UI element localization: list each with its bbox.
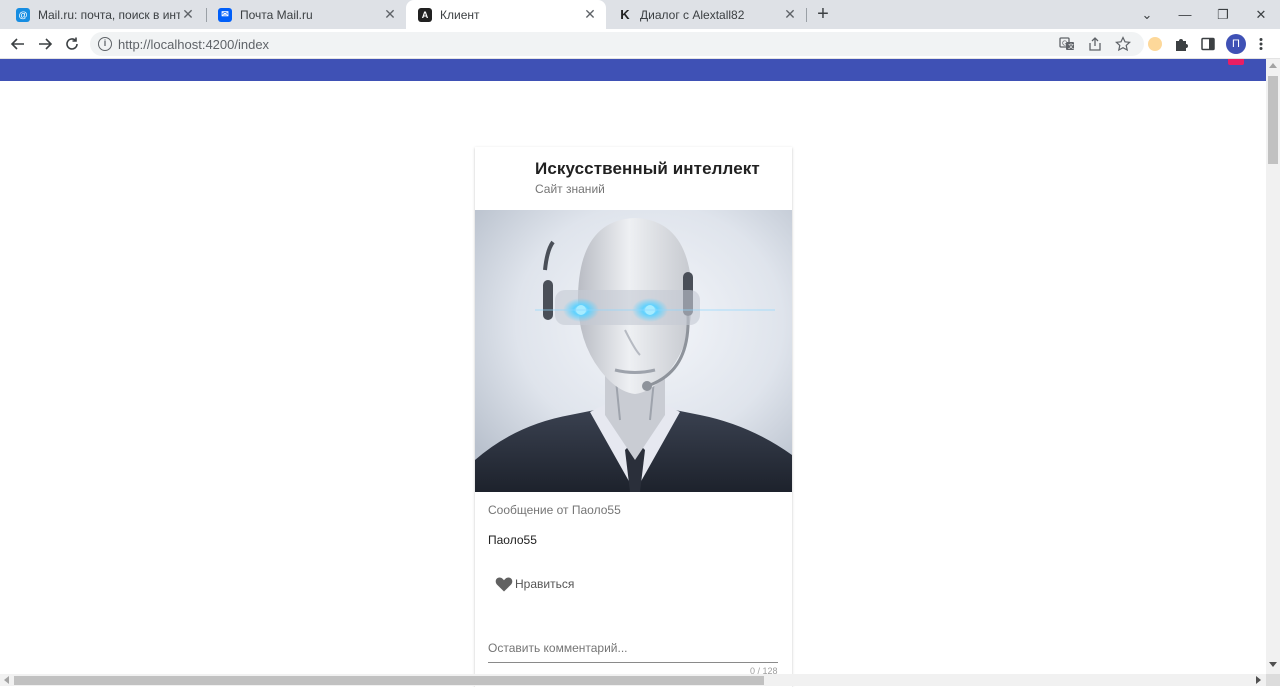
address-bar[interactable]: i http://localhost:4200/index G文 [90,32,1144,56]
tab-mailru-mail[interactable]: ✉ Почта Mail.ru ✕ [206,0,406,29]
header-brand-cut-off[interactable] [30,59,34,67]
tab-title: Клиент [440,7,480,22]
reload-button[interactable] [60,32,84,56]
profile-avatar[interactable]: П [1226,34,1246,54]
tab-dialog[interactable]: K Диалог с Alextall82 ✕ [606,0,806,29]
scroll-down-arrow-icon[interactable] [1269,662,1277,667]
bookmark-star-icon[interactable] [1114,35,1132,53]
new-tab-button[interactable]: + [812,4,834,26]
card-subtitle: Сайт знаний [535,182,605,196]
scroll-left-arrow-icon[interactable] [4,676,9,684]
reload-icon [66,37,78,50]
window-close-button[interactable]: ✕ [1242,0,1280,29]
restore-button[interactable]: ❐ [1204,0,1242,29]
post-card: Искусственный интеллект Сайт знаний Сооб… [475,147,792,687]
scroll-right-arrow-icon[interactable] [1256,676,1261,684]
tab-title: Диалог с Alextall82 [640,7,745,22]
browser-tab-strip: @ Mail.ru: почта, поиск в интернете ✕ ✉ … [0,0,1280,29]
arrow-right-icon [39,38,53,50]
side-panel-icon[interactable] [1199,35,1217,53]
horizontal-scrollbar[interactable] [0,674,1266,686]
post-author: Паоло55 [488,533,537,547]
site-info-icon[interactable]: i [98,37,112,51]
tab-separator [806,8,807,22]
heart-icon [495,577,513,592]
tab-close-icon[interactable]: ✕ [782,6,798,23]
tab-search-chevron-icon[interactable]: ⌄ [1128,0,1166,29]
robot-image [475,210,792,492]
tab-title: Почта Mail.ru [240,7,313,22]
comment-input[interactable]: Оставить комментарий... [488,641,778,663]
tab-close-icon[interactable]: ✕ [382,6,398,23]
header-right-cut-off[interactable] [1152,59,1156,67]
browser-toolbar: i http://localhost:4200/index G文 П [0,29,1280,59]
header-badge [1228,59,1244,65]
k-favicon-icon: K [620,7,630,22]
address-url: http://localhost:4200/index [118,37,270,52]
vertical-scrollbar[interactable] [1266,59,1280,674]
app-header [0,59,1266,81]
like-button[interactable]: Нравиться [495,573,574,595]
tab-close-icon[interactable]: ✕ [180,6,196,23]
angular-favicon-icon: A [418,7,432,22]
kebab-menu-icon[interactable] [1252,35,1270,53]
extensions-puzzle-icon[interactable] [1172,35,1190,53]
tab-client-active[interactable]: A Клиент ✕ [406,0,606,29]
extension-circle-icon[interactable] [1146,35,1164,53]
mail-envelope-favicon-icon: ✉ [218,7,232,22]
tab-mailru-search[interactable]: @ Mail.ru: почта, поиск в интернете ✕ [4,0,204,29]
tab-title: Mail.ru: почта, поиск в интернете [38,7,180,22]
scroll-up-arrow-icon[interactable] [1269,63,1277,68]
arrow-left-icon [10,38,24,50]
translate-icon[interactable]: G文 [1058,35,1076,53]
minimize-button[interactable]: — [1166,0,1204,29]
svg-text:文: 文 [1068,43,1074,51]
like-label: Нравиться [515,577,575,591]
robot-illustration [475,210,792,492]
back-button[interactable] [6,32,30,56]
vertical-scroll-thumb[interactable] [1268,76,1278,164]
forward-button[interactable] [33,32,57,56]
horizontal-scroll-thumb[interactable] [14,676,764,685]
mailru-favicon-icon: @ [16,7,30,22]
message-label: Сообщение от Паоло55 [488,503,621,517]
card-title: Искусственный интеллект [535,159,760,178]
scrollbar-corner [1266,674,1280,686]
share-icon[interactable] [1086,35,1104,53]
tab-close-icon[interactable]: ✕ [582,6,598,23]
